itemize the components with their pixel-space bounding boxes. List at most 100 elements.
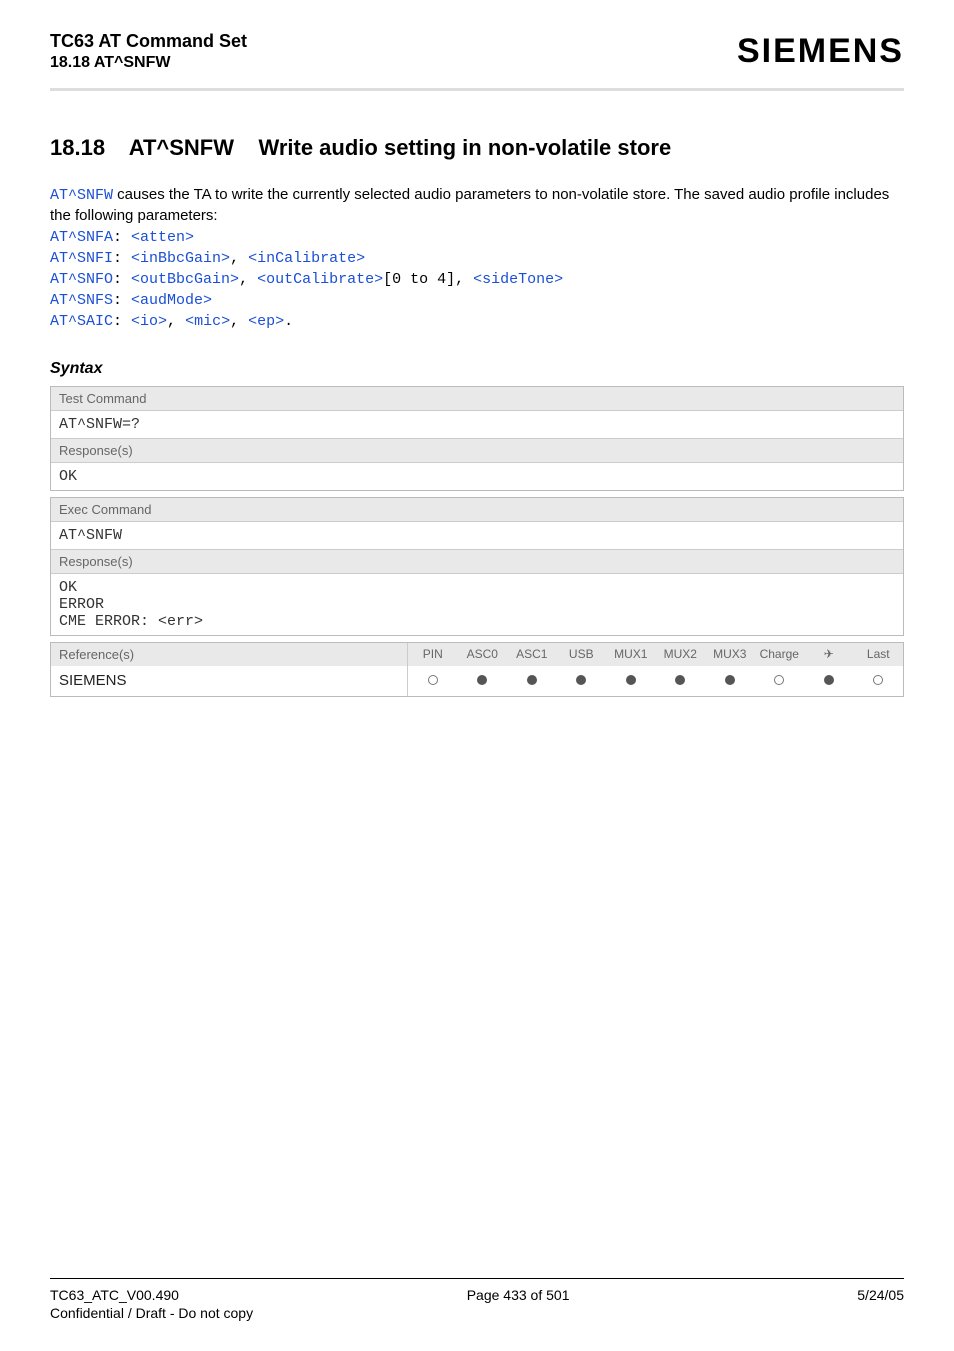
param-link[interactable]: <atten> bbox=[131, 229, 194, 246]
dot-filled-icon bbox=[527, 675, 537, 685]
param-joiner: , bbox=[230, 250, 248, 267]
intro-cmd-link[interactable]: AT^SNFW bbox=[50, 187, 113, 204]
syntax-command: AT^SNFW bbox=[51, 522, 903, 550]
intro-text: causes the TA to write the currently sel… bbox=[50, 186, 889, 224]
profile-sep: : bbox=[113, 292, 131, 309]
param-link[interactable]: <outBbcGain> bbox=[131, 271, 239, 288]
section-heading: 18.18 AT^SNFW Write audio setting in non… bbox=[50, 135, 904, 161]
param-link[interactable]: <ep> bbox=[248, 313, 284, 330]
dot-filled-icon bbox=[675, 675, 685, 685]
doc-title: TC63 AT Command Set bbox=[50, 30, 247, 53]
footer-row: TC63_ATC_V00.490 Page 433 of 501 5/24/05 bbox=[50, 1287, 904, 1303]
syntax-response: OK bbox=[51, 463, 903, 490]
ref-col-header: MUX2 bbox=[656, 643, 706, 665]
ref-state-cell bbox=[606, 666, 656, 696]
syntax-block: Exec CommandAT^SNFWResponse(s)OK ERROR C… bbox=[50, 497, 904, 636]
syntax-label: Exec Command bbox=[51, 498, 903, 522]
ref-col-header: ASC1 bbox=[507, 643, 557, 665]
ref-col-header: Last bbox=[854, 643, 904, 665]
param-link[interactable]: <audMode> bbox=[131, 292, 212, 309]
profile-tail: . bbox=[284, 313, 293, 330]
profile-line: AT^SAIC: <io>, <mic>, <ep>. bbox=[50, 311, 904, 332]
profile-cmd-link[interactable]: AT^SNFO bbox=[50, 271, 113, 288]
syntax-command: AT^SNFW=? bbox=[51, 411, 903, 439]
airplane-icon: ✈ bbox=[804, 643, 854, 665]
page: TC63 AT Command Set 18.18 AT^SNFW SIEMEN… bbox=[0, 0, 954, 1351]
reference-header-row: Reference(s) PINASC0ASC1USBMUX1MUX2MUX3C… bbox=[51, 643, 903, 666]
param-link[interactable]: <inCalibrate> bbox=[248, 250, 365, 267]
brand-logo: SIEMENS bbox=[737, 30, 904, 71]
syntax-label: Test Command bbox=[51, 387, 903, 411]
reference-body-row: SIEMENS bbox=[51, 666, 903, 696]
page-header: TC63 AT Command Set 18.18 AT^SNFW SIEMEN… bbox=[50, 30, 904, 91]
profile-sep: : bbox=[113, 229, 131, 246]
dot-filled-icon bbox=[477, 675, 487, 685]
syntax-response-label: Response(s) bbox=[51, 439, 903, 463]
dot-filled-icon bbox=[626, 675, 636, 685]
profile-cmd-link[interactable]: AT^SNFS bbox=[50, 292, 113, 309]
intro-paragraph: AT^SNFW causes the TA to write the curre… bbox=[50, 185, 904, 227]
ref-state-cell bbox=[755, 666, 805, 696]
ref-state-cell bbox=[507, 666, 557, 696]
syntax-blocks: Test CommandAT^SNFW=?Response(s)OKExec C… bbox=[50, 386, 904, 636]
ref-col-header: ASC0 bbox=[458, 643, 508, 665]
profile-cmd-link[interactable]: AT^SNFA bbox=[50, 229, 113, 246]
param-link[interactable]: <outCalibrate> bbox=[257, 271, 383, 288]
doc-section: 18.18 AT^SNFW bbox=[50, 53, 247, 74]
footer-confidential: Confidential / Draft - Do not copy bbox=[50, 1305, 904, 1321]
page-footer: TC63_ATC_V00.490 Page 433 of 501 5/24/05… bbox=[50, 1278, 904, 1321]
param-link[interactable]: <sideTone> bbox=[473, 271, 563, 288]
reference-block: Reference(s) PINASC0ASC1USBMUX1MUX2MUX3C… bbox=[50, 642, 904, 697]
reference-dots bbox=[408, 666, 903, 696]
profile-lines: AT^SNFA: <atten>AT^SNFI: <inBbcGain>, <i… bbox=[50, 227, 904, 332]
param-link[interactable]: <mic> bbox=[185, 313, 230, 330]
ref-col-header: PIN bbox=[408, 643, 458, 665]
ref-state-cell bbox=[705, 666, 755, 696]
footer-right: 5/24/05 bbox=[857, 1287, 904, 1303]
profile-line: AT^SNFI: <inBbcGain>, <inCalibrate> bbox=[50, 248, 904, 269]
profile-sep: : bbox=[113, 250, 131, 267]
ref-col-header: MUX3 bbox=[705, 643, 755, 665]
profile-sep: : bbox=[113, 313, 131, 330]
footer-left: TC63_ATC_V00.490 bbox=[50, 1287, 179, 1303]
ref-col-header: MUX1 bbox=[606, 643, 656, 665]
profile-line: AT^SNFO: <outBbcGain>, <outCalibrate>[0 … bbox=[50, 269, 904, 290]
param-joiner: , bbox=[230, 313, 248, 330]
dot-empty-icon bbox=[774, 675, 784, 685]
ref-state-cell bbox=[804, 666, 854, 696]
profile-mid-text: [0 to 4], bbox=[383, 271, 473, 288]
ref-state-cell bbox=[854, 666, 904, 696]
ref-col-header: USB bbox=[557, 643, 607, 665]
reference-columns: PINASC0ASC1USBMUX1MUX2MUX3Charge✈Last bbox=[408, 643, 903, 666]
syntax-response-label: Response(s) bbox=[51, 550, 903, 574]
reference-label: Reference(s) bbox=[51, 643, 408, 666]
reference-value: SIEMENS bbox=[51, 666, 408, 696]
header-left: TC63 AT Command Set 18.18 AT^SNFW bbox=[50, 30, 247, 74]
profile-line: AT^SNFA: <atten> bbox=[50, 227, 904, 248]
profile-cmd-link[interactable]: AT^SAIC bbox=[50, 313, 113, 330]
ref-state-cell bbox=[656, 666, 706, 696]
ref-state-cell bbox=[458, 666, 508, 696]
param-link[interactable]: <inBbcGain> bbox=[131, 250, 230, 267]
profile-cmd-link[interactable]: AT^SNFI bbox=[50, 250, 113, 267]
dot-empty-icon bbox=[873, 675, 883, 685]
section-number: 18.18 bbox=[50, 135, 105, 160]
syntax-response: OK ERROR CME ERROR: <err> bbox=[51, 574, 903, 635]
profile-sep: : bbox=[113, 271, 131, 288]
dot-filled-icon bbox=[725, 675, 735, 685]
ref-state-cell bbox=[557, 666, 607, 696]
ref-col-header: Charge bbox=[755, 643, 805, 665]
profile-line: AT^SNFS: <audMode> bbox=[50, 290, 904, 311]
param-joiner: , bbox=[239, 271, 257, 288]
dot-empty-icon bbox=[428, 675, 438, 685]
dot-filled-icon bbox=[576, 675, 586, 685]
footer-center: Page 433 of 501 bbox=[467, 1287, 570, 1303]
section-title: Write audio setting in non-volatile stor… bbox=[258, 135, 671, 160]
syntax-block: Test CommandAT^SNFW=?Response(s)OK bbox=[50, 386, 904, 491]
param-link[interactable]: <io> bbox=[131, 313, 167, 330]
ref-state-cell bbox=[408, 666, 458, 696]
param-joiner: , bbox=[167, 313, 185, 330]
dot-filled-icon bbox=[824, 675, 834, 685]
syntax-title: Syntax bbox=[50, 360, 904, 378]
section-cmd: AT^SNFW bbox=[129, 135, 234, 160]
